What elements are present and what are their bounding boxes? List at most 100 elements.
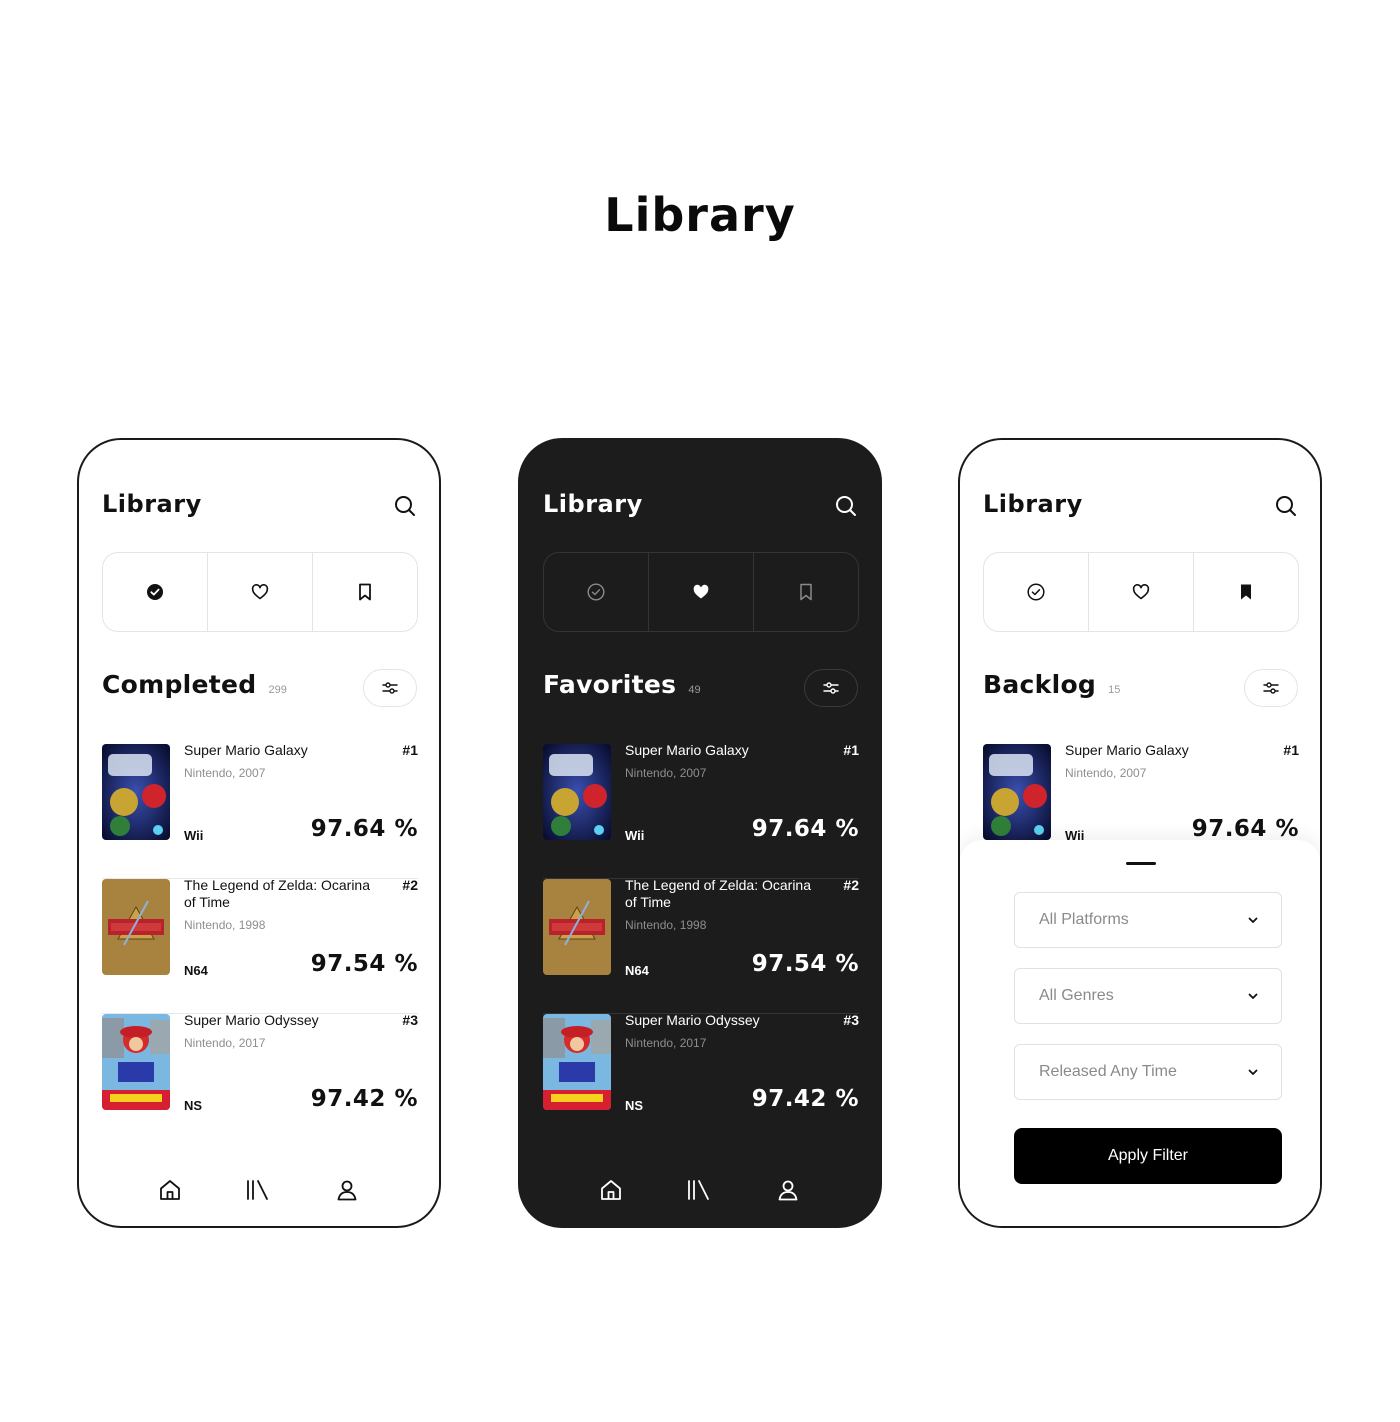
tab-completed[interactable]: [984, 553, 1089, 631]
tab-favorites[interactable]: [1089, 553, 1194, 631]
game-platform: Wii: [625, 828, 645, 843]
game-rank: #1: [1283, 742, 1299, 758]
check-circle-icon: [587, 583, 605, 601]
home-icon: [601, 1180, 621, 1200]
bookmark-icon: [359, 583, 371, 601]
game-publisher-year: Nintendo, 2017: [184, 1036, 266, 1050]
filter-button[interactable]: [1244, 669, 1298, 707]
sliders-icon: [382, 682, 398, 694]
game-cover: [102, 744, 170, 840]
game-cover: [543, 879, 611, 975]
section-count: 49: [688, 684, 701, 696]
chevron-down-icon: [1248, 917, 1258, 923]
user-icon: [337, 1180, 357, 1201]
filter-button[interactable]: [804, 669, 858, 707]
library-icon: [247, 1180, 268, 1200]
section-title: Completed: [102, 670, 257, 699]
tab-bar: [543, 552, 859, 632]
tab-completed[interactable]: [544, 553, 649, 631]
game-publisher-year: Nintendo, 2007: [1065, 766, 1147, 780]
list-item[interactable]: The Legend of Zelda: Ocarina of Time Nin…: [543, 877, 859, 1014]
game-publisher-year: Nintendo, 2007: [625, 766, 707, 780]
game-score: 97.42 %: [751, 1086, 859, 1112]
apply-filter-button[interactable]: Apply Filter: [1014, 1128, 1282, 1184]
game-list: Super Mario Galaxy Nintendo, 2007 #1 Wii…: [102, 742, 418, 1149]
search-button[interactable]: [1274, 494, 1298, 518]
filter-sheet: All Platforms All Genres Released Any Ti…: [960, 840, 1320, 1226]
page-title: Library: [604, 188, 796, 242]
game-publisher-year: Nintendo, 1998: [184, 918, 266, 932]
game-cover: [102, 1014, 170, 1110]
section-header: Completed 299: [102, 670, 287, 699]
genre-select-value: All Genres: [1039, 987, 1114, 1004]
search-button[interactable]: [393, 494, 417, 518]
bookmark-icon: [1241, 584, 1251, 600]
tab-backlog[interactable]: [1194, 553, 1298, 631]
search-icon: [836, 496, 856, 516]
sliders-icon: [1263, 682, 1279, 694]
tab-completed[interactable]: [103, 553, 208, 631]
game-score: 97.54 %: [751, 951, 859, 977]
search-button[interactable]: [834, 494, 858, 518]
list-item[interactable]: The Legend of Zelda: Ocarina of Time Nin…: [102, 877, 418, 1014]
game-rank: #1: [843, 742, 859, 758]
check-circle-icon: [147, 584, 163, 600]
tab-favorites[interactable]: [208, 553, 313, 631]
game-title: The Legend of Zelda: Ocarina of Time: [625, 877, 812, 910]
heart-icon: [1132, 584, 1150, 600]
section-title: Favorites: [543, 670, 677, 699]
home-icon: [160, 1180, 180, 1200]
tab-favorites[interactable]: [649, 553, 754, 631]
game-rank: #3: [402, 1012, 418, 1028]
sliders-icon: [823, 682, 839, 694]
heart-icon: [251, 584, 269, 600]
section-count: 299: [268, 684, 287, 696]
game-title: Super Mario Galaxy: [184, 742, 308, 758]
section-title: Backlog: [983, 670, 1097, 699]
game-score: 97.64 %: [751, 816, 859, 842]
game-rank: #3: [843, 1012, 859, 1028]
game-title: Super Mario Odyssey: [184, 1012, 319, 1028]
nav-home[interactable]: [158, 1178, 184, 1204]
game-score: 97.64 %: [310, 816, 418, 842]
list-item[interactable]: Super Mario Odyssey Nintendo, 2017 #3 NS…: [543, 1012, 859, 1149]
nav-library[interactable]: [686, 1178, 712, 1204]
filter-button[interactable]: [363, 669, 417, 707]
game-cover: [543, 1014, 611, 1110]
genre-select[interactable]: All Genres: [1014, 968, 1282, 1024]
release-select[interactable]: Released Any Time: [1014, 1044, 1282, 1100]
game-title: Super Mario Galaxy: [625, 742, 749, 758]
list-item[interactable]: Super Mario Galaxy Nintendo, 2007 #1 Wii…: [102, 742, 418, 879]
chevron-down-icon: [1248, 993, 1258, 999]
game-publisher-year: Nintendo, 1998: [625, 918, 707, 932]
platform-select[interactable]: All Platforms: [1014, 892, 1282, 948]
section-header: Backlog 15: [983, 670, 1120, 699]
bottom-nav: [520, 1178, 880, 1208]
nav-profile[interactable]: [335, 1178, 361, 1204]
game-platform: Wii: [184, 828, 204, 843]
list-item[interactable]: Super Mario Galaxy Nintendo, 2007 #1 Wii…: [543, 742, 859, 879]
game-title: Super Mario Galaxy: [1065, 742, 1189, 758]
nav-profile[interactable]: [776, 1178, 802, 1204]
section-header: Favorites 49: [543, 670, 701, 699]
tab-backlog[interactable]: [313, 553, 417, 631]
game-platform: N64: [184, 963, 208, 978]
section-count: 15: [1108, 684, 1121, 696]
game-title: Super Mario Odyssey: [625, 1012, 760, 1028]
search-icon: [395, 496, 415, 516]
list-item[interactable]: Super Mario Odyssey Nintendo, 2017 #3 NS…: [102, 1012, 418, 1149]
sheet-handle[interactable]: [1126, 862, 1156, 865]
tab-backlog[interactable]: [754, 553, 858, 631]
nav-home[interactable]: [599, 1178, 625, 1204]
game-platform: NS: [184, 1098, 203, 1113]
nav-library[interactable]: [245, 1178, 271, 1204]
game-publisher-year: Nintendo, 2007: [184, 766, 266, 780]
user-icon: [778, 1180, 798, 1201]
game-cover: [102, 879, 170, 975]
tab-bar: [102, 552, 418, 632]
game-rank: #1: [402, 742, 418, 758]
phone-completed: Library Completed 299 Super Mario Galaxy…: [77, 438, 441, 1228]
tab-bar: [983, 552, 1299, 632]
game-platform: NS: [625, 1098, 644, 1113]
release-select-value: Released Any Time: [1039, 1063, 1177, 1080]
